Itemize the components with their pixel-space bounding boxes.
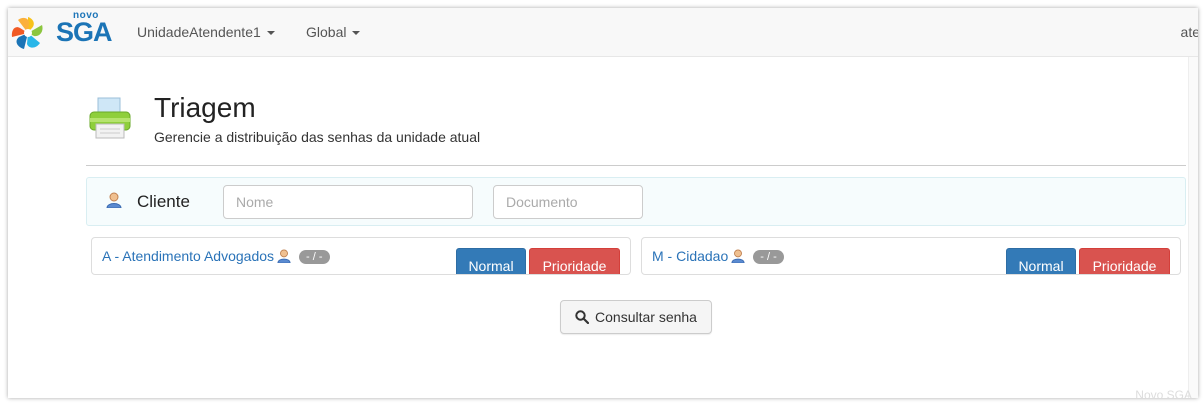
top-navbar: novo SGA UnidadeAtendente1 Global ate: [8, 8, 1198, 57]
page-subtitle: Gerencie a distribuição das senhas da un…: [154, 129, 481, 145]
brand-name: SGA: [56, 17, 113, 47]
client-name-input[interactable]: [223, 185, 473, 219]
scrollbar[interactable]: [1188, 57, 1198, 398]
service-link[interactable]: A - Atendimento Advogados - / -: [102, 248, 330, 264]
priority-button[interactable]: Prioridade: [1079, 248, 1170, 274]
app-window: novo SGA UnidadeAtendente1 Global ate Tr…: [8, 8, 1198, 398]
service-card: A - Atendimento Advogados - / - Normal Pr…: [91, 237, 631, 275]
service-count-badge: - / -: [753, 250, 784, 264]
normal-button[interactable]: Normal: [1006, 248, 1076, 274]
service-name: M - Cidadao: [652, 248, 729, 264]
consult-ticket-label: Consultar senha: [595, 309, 697, 325]
user-icon: [106, 192, 122, 208]
page-title: Triagem: [154, 92, 256, 123]
client-label: Cliente: [137, 192, 190, 211]
client-document-input[interactable]: [493, 185, 643, 219]
service-link[interactable]: M - Cidadao - / -: [652, 248, 784, 264]
caret-down-icon: [352, 31, 361, 36]
nav-unidade-label: UnidadeAtendente1: [137, 24, 261, 40]
nav-unidade-dropdown[interactable]: UnidadeAtendente1: [137, 24, 275, 40]
nav-global-dropdown[interactable]: Global: [306, 24, 361, 40]
search-icon: [575, 310, 590, 325]
priority-button[interactable]: Prioridade: [529, 248, 620, 274]
consult-ticket-button[interactable]: Consultar senha: [560, 300, 712, 334]
service-count-badge: - / -: [299, 250, 330, 264]
nav-global-label: Global: [306, 24, 347, 40]
caret-down-icon: [266, 31, 275, 36]
divider: [86, 165, 1186, 166]
printer-icon: [89, 97, 131, 139]
nav-user-menu[interactable]: ate: [1181, 24, 1198, 40]
footer-text: Novo SGA: [1135, 388, 1192, 398]
brand-logo[interactable]: novo SGA: [8, 8, 118, 56]
client-panel: Cliente: [86, 177, 1186, 226]
user-icon: [277, 249, 291, 263]
sga-logo-icon: [11, 17, 43, 49]
user-icon: [731, 249, 745, 263]
service-card: M - Cidadao - / - Normal Prioridade: [641, 237, 1181, 275]
service-name: A - Atendimento Advogados: [102, 248, 275, 264]
normal-button[interactable]: Normal: [456, 248, 526, 274]
